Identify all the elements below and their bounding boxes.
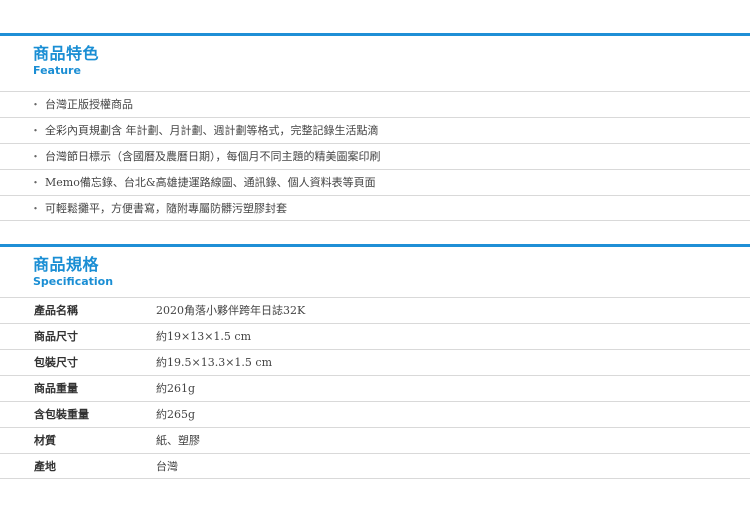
feature-list: ・台灣正版授權商品 ・全彩內頁規劃含 年計劃、月計劃、週計劃等格式，完整記錄生活… [0,91,750,221]
bullet-mark: ・ [30,98,41,111]
spec-row: 材質 紙、塑膠 [0,427,750,453]
feature-subtitle: Feature [33,64,81,77]
spec-value: 2020角落小夥伴跨年日誌32K [156,304,306,317]
feature-item-text: 台灣節日標示（含國曆及農曆日期），每個月不同主題的精美圖案印刷 [45,150,381,163]
feature-item: ・台灣正版授權商品 [0,91,750,117]
feature-item-text: 可輕鬆攤平，方便書寫，隨附專屬防髒污塑膠封套 [45,202,287,215]
spec-top-bar [0,244,750,247]
spec-value: 約261g [156,382,196,395]
feature-item: ・全彩內頁規劃含 年計劃、月計劃、週計劃等格式，完整記錄生活點滴 [0,117,750,143]
spec-label: 商品尺寸 [34,330,78,343]
spec-label: 產地 [34,460,56,473]
bullet-mark: ・ [30,176,41,189]
spec-row: 商品重量 約261g [0,375,750,401]
feature-item-text: 全彩內頁規劃含 年計劃、月計劃、週計劃等格式，完整記錄生活點滴 [45,124,379,137]
spec-table: 產品名稱 2020角落小夥伴跨年日誌32K 商品尺寸 約19×13×1.5 cm… [0,297,750,479]
spec-label: 產品名稱 [34,304,78,317]
feature-title: 商品特色 [33,44,100,63]
spec-value: 約19.5×13.3×1.5 cm [156,356,272,369]
spec-value: 約265g [156,408,196,421]
spec-row: 商品尺寸 約19×13×1.5 cm [0,323,750,349]
feature-item: ・可輕鬆攤平，方便書寫，隨附專屬防髒污塑膠封套 [0,195,750,221]
spec-title: 商品規格 [33,255,100,274]
spec-value: 台灣 [156,460,178,473]
bullet-mark: ・ [30,150,41,163]
feature-item-text: 台灣正版授權商品 [45,98,133,111]
feature-item: ・台灣節日標示（含國曆及農曆日期），每個月不同主題的精美圖案印刷 [0,143,750,169]
spec-label: 商品重量 [34,382,78,395]
feature-heading: 商品特色 Feature [33,45,99,78]
spec-row: 包裝尺寸 約19.5×13.3×1.5 cm [0,349,750,375]
spec-row: 產地 台灣 [0,453,750,479]
spec-row: 產品名稱 2020角落小夥伴跨年日誌32K [0,297,750,323]
spec-value: 紙、塑膠 [156,434,200,447]
spec-subtitle: Specification [33,275,114,288]
spec-label: 包裝尺寸 [34,356,78,369]
spec-value: 約19×13×1.5 cm [156,330,252,343]
feature-item: ・ Memo備忘錄、台北&高雄捷運路線圖、通訊錄、個人資料表等頁面 [0,169,750,195]
spec-heading: 商品規格 Specification [33,256,113,289]
spec-row: 含包裝重量 約265g [0,401,750,427]
bullet-mark: ・ [30,124,41,137]
feature-top-bar [0,33,750,36]
feature-item-text: Memo備忘錄、台北&高雄捷運路線圖、通訊錄、個人資料表等頁面 [45,176,376,189]
bullet-mark: ・ [30,202,41,215]
spec-label: 材質 [34,434,56,447]
spec-label: 含包裝重量 [34,408,89,421]
